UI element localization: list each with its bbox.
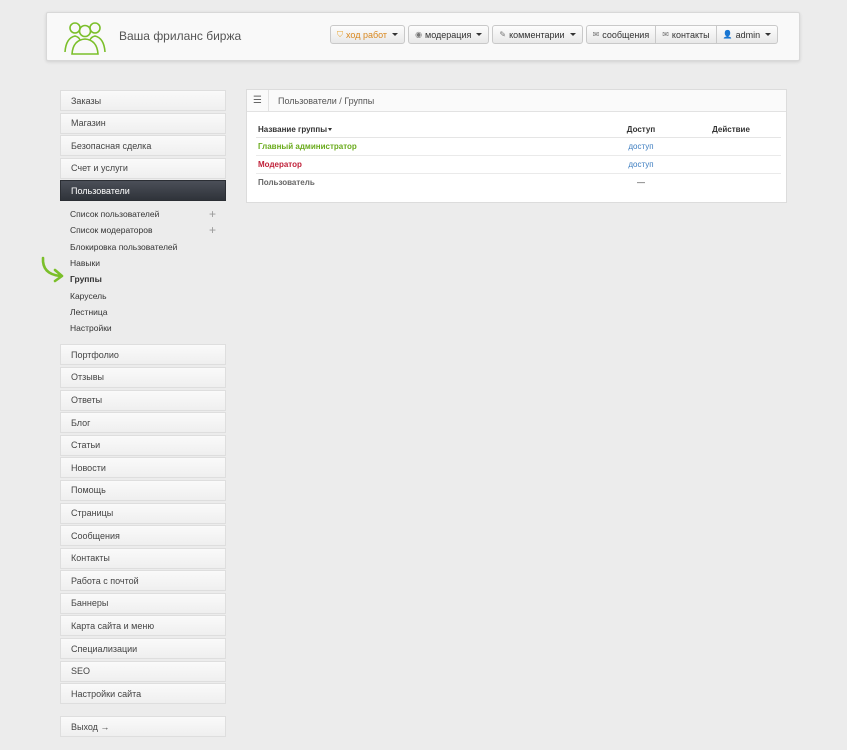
sidebar-item-safe-deal[interactable]: Безопасная сделка — [60, 135, 226, 157]
sidebar-item-news[interactable]: Новости — [60, 457, 226, 479]
access-link-admin[interactable]: доступ — [601, 137, 681, 156]
sidebar-item-mail[interactable]: Работа с почтой — [60, 570, 226, 592]
pencil-icon: ✎ — [499, 30, 507, 39]
breadcrumb: Пользователи / Группы — [278, 95, 375, 106]
sidebar-item-shop[interactable]: Магазин — [60, 112, 226, 134]
sidebar-item-specializations[interactable]: Специализации — [60, 638, 226, 660]
sidebar-item-help[interactable]: Помощь — [60, 479, 226, 501]
column-header-action: Действие — [681, 122, 781, 138]
contacts-label: контакты — [671, 29, 710, 40]
groups-table: Название группы Доступ Действие Главный … — [256, 122, 781, 191]
chevron-down-icon — [392, 33, 399, 36]
chevron-down-icon — [569, 33, 576, 36]
sidebar-item-articles[interactable]: Статьи — [60, 434, 226, 456]
contacts-button[interactable]: ✉ контакты — [656, 25, 717, 44]
shield-icon: ⛉ — [337, 29, 343, 39]
column-header-access: Доступ — [601, 122, 681, 138]
table-header-row: Название группы Доступ Действие — [256, 122, 781, 138]
group-name-moderator[interactable]: Модератор — [256, 155, 601, 174]
sidebar-item-orders[interactable]: Заказы — [60, 90, 226, 111]
group-name-user[interactable]: Пользователь — [256, 173, 601, 191]
submenu-item-carousel[interactable]: Карусель — [60, 287, 226, 303]
sidebar-item-messages[interactable]: Сообщения — [60, 525, 226, 547]
site-title[interactable]: Ваша фриланс биржа — [119, 29, 241, 43]
action-cell — [681, 173, 781, 191]
chevron-down-icon — [765, 33, 772, 36]
access-dash-user: — — [637, 177, 645, 187]
submenu-item-user-blocking[interactable]: Блокировка пользователей — [60, 239, 226, 255]
table-row: Модератор доступ — [256, 155, 781, 174]
comments-label: комментарии — [509, 29, 565, 40]
panel-header: ☰ Пользователи / Группы — [247, 89, 786, 112]
sidebar: Заказы Магазин Безопасная сделка Счет и … — [60, 90, 226, 739]
table-row: Главный администратор доступ — [256, 137, 781, 156]
submenu-item-skills[interactable]: Навыки — [60, 255, 226, 271]
curved-arrow-icon — [41, 256, 64, 283]
hamburger-menu-icon[interactable]: ☰ — [247, 89, 269, 112]
sidebar-item-blog[interactable]: Блог — [60, 412, 226, 434]
sidebar-item-reviews[interactable]: Отзывы — [60, 366, 226, 388]
nav-button-group: ✉ сообщения ✉ контакты 👤 admin — [585, 25, 779, 44]
submenu-item-settings[interactable]: Настройки — [60, 320, 226, 336]
envelope-icon: ✉ — [662, 30, 669, 39]
users-submenu: Список пользователей + Список модераторо… — [60, 203, 226, 344]
progress-dropdown[interactable]: ⛉ ход работ — [330, 25, 406, 44]
column-header-name-label: Название группы — [258, 124, 328, 134]
moderation-dropdown[interactable]: ◉ модерация — [408, 25, 490, 44]
sidebar-item-contacts[interactable]: Контакты — [60, 547, 226, 569]
logout-button[interactable]: Выход → — [60, 716, 226, 738]
submenu-label: Список модераторов — [70, 225, 153, 236]
action-cell — [681, 137, 781, 156]
messages-button[interactable]: ✉ сообщения — [585, 25, 657, 44]
progress-label: ход работ — [346, 29, 388, 40]
plus-icon[interactable]: + — [209, 224, 216, 236]
column-header-name[interactable]: Название группы — [256, 122, 601, 138]
comments-dropdown[interactable]: ✎ комментарии — [492, 25, 583, 44]
submenu-item-ladder[interactable]: Лестница — [60, 304, 226, 320]
user-icon: 👤 — [722, 30, 733, 39]
table-row: Пользователь — — [256, 173, 781, 191]
top-navigation: ⛉ ход работ ◉ модерация ✎ комментарии ✉ … — [330, 25, 779, 44]
sidebar-item-pages[interactable]: Страницы — [60, 502, 226, 524]
submenu-label: Список пользователей — [70, 209, 160, 220]
sidebar-item-seo[interactable]: SEO — [60, 660, 226, 682]
group-name-admin[interactable]: Главный администратор — [256, 137, 601, 156]
submenu-item-moderator-list[interactable]: Список модераторов + — [60, 222, 226, 238]
eye-icon: ◉ — [415, 30, 423, 39]
messages-label: сообщения — [602, 29, 650, 40]
submenu-item-groups[interactable]: Группы — [60, 271, 226, 287]
envelope-icon: ✉ — [592, 30, 600, 39]
logo-people-icon[interactable] — [61, 18, 109, 56]
user-dropdown[interactable]: 👤 admin — [716, 25, 779, 44]
moderation-label: модерация — [425, 29, 472, 40]
sidebar-item-banners[interactable]: Баннеры — [60, 592, 226, 614]
access-link-moderator[interactable]: доступ — [601, 155, 681, 174]
action-cell — [681, 155, 781, 174]
chevron-down-icon — [476, 33, 483, 36]
plus-icon[interactable]: + — [209, 208, 216, 220]
groups-panel: ☰ Пользователи / Группы Название группы … — [246, 89, 787, 203]
sidebar-item-sitemap[interactable]: Карта сайта и меню — [60, 615, 226, 637]
sidebar-item-users[interactable]: Пользователи — [60, 180, 226, 202]
sidebar-item-billing[interactable]: Счет и услуги — [60, 157, 226, 179]
sidebar-item-answers[interactable]: Ответы — [60, 389, 226, 411]
top-header: Ваша фриланс биржа ⛉ ход работ ◉ модерац… — [46, 12, 800, 61]
sort-caret-icon — [328, 128, 333, 132]
sidebar-item-portfolio[interactable]: Портфолио — [60, 344, 226, 366]
submenu-item-user-list[interactable]: Список пользователей + — [60, 206, 226, 222]
user-label: admin — [735, 29, 761, 40]
sidebar-item-site-settings[interactable]: Настройки сайта — [60, 683, 226, 705]
